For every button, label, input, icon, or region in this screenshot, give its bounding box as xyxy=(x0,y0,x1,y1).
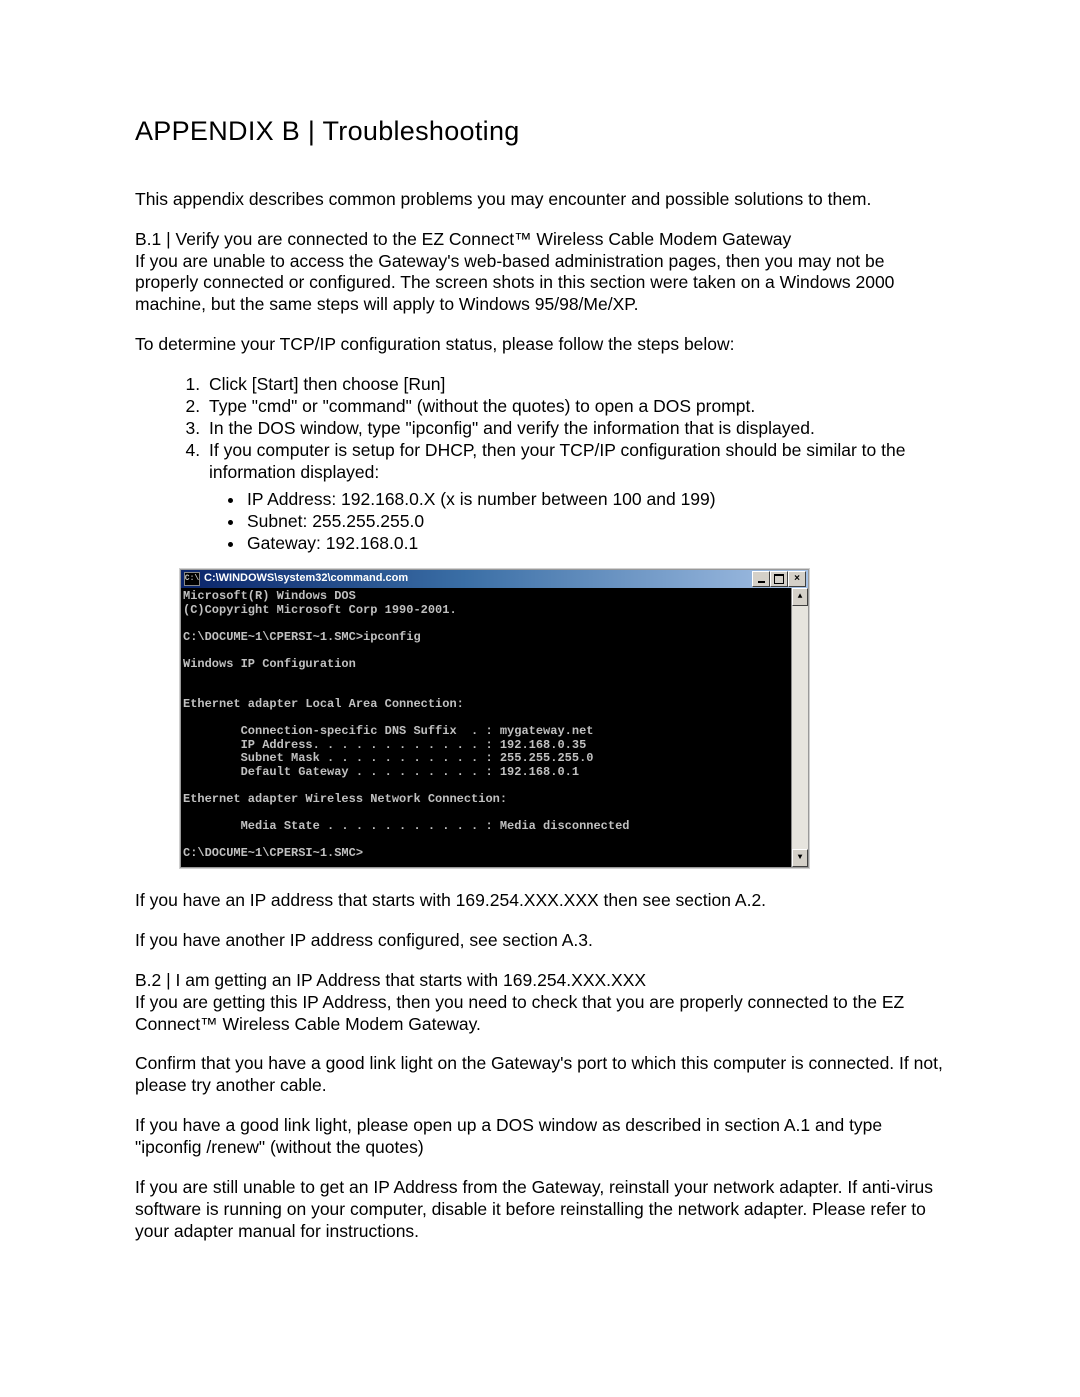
list-item: If you computer is setup for DHCP, then … xyxy=(205,440,950,484)
list-item: In the DOS window, type "ipconfig" and v… xyxy=(205,418,950,440)
after-screenshot-p1: If you have an IP address that starts wi… xyxy=(135,890,950,912)
section-b2-p4: If you are still unable to get an IP Add… xyxy=(135,1177,950,1243)
section-b2-p2: Confirm that you have a good link light … xyxy=(135,1053,950,1097)
window-title: C:\WINDOWS\system32\command.com xyxy=(204,572,752,586)
section-b1-p2: To determine your TCP/IP configuration s… xyxy=(135,334,950,356)
minimize-button[interactable] xyxy=(752,571,770,587)
after-screenshot-p2: If you have another IP address configure… xyxy=(135,930,950,952)
window-titlebar[interactable]: C:\ C:\WINDOWS\system32\command.com × xyxy=(181,570,808,588)
scroll-track[interactable] xyxy=(792,606,808,849)
scrollbar[interactable]: ▲ ▼ xyxy=(791,588,808,867)
bullets-list: IP Address: 192.168.0.X (x is number bet… xyxy=(135,489,950,555)
list-item: Subnet: 255.255.255.0 xyxy=(245,511,950,533)
close-button[interactable]: × xyxy=(788,571,806,587)
command-prompt-window: C:\ C:\WINDOWS\system32\command.com × Mi… xyxy=(180,569,809,868)
list-item: Click [Start] then choose [Run] xyxy=(205,374,950,396)
section-b1-heading: B.1 | Verify you are connected to the EZ… xyxy=(135,229,950,251)
command-output[interactable]: Microsoft(R) Windows DOS (C)Copyright Mi… xyxy=(181,588,791,867)
intro-paragraph: This appendix describes common problems … xyxy=(135,189,950,211)
maximize-button[interactable] xyxy=(770,571,788,587)
section-b1-p1: If you are unable to access the Gateway'… xyxy=(135,251,950,317)
cmd-icon: C:\ xyxy=(184,572,200,586)
list-item: IP Address: 192.168.0.X (x is number bet… xyxy=(245,489,950,511)
list-item: Gateway: 192.168.0.1 xyxy=(245,533,950,555)
document-page: APPENDIX B | Troubleshooting This append… xyxy=(0,0,1080,1381)
section-b2-heading: B.2 | I am getting an IP Address that st… xyxy=(135,970,950,992)
scroll-up-button[interactable]: ▲ xyxy=(792,588,808,606)
list-item: Type "cmd" or "command" (without the quo… xyxy=(205,396,950,418)
section-b2-p1: If you are getting this IP Address, then… xyxy=(135,992,950,1036)
steps-list: Click [Start] then choose [Run] Type "cm… xyxy=(135,374,950,483)
page-title: APPENDIX B | Troubleshooting xyxy=(135,115,950,149)
section-b2-p3: If you have a good link light, please op… xyxy=(135,1115,950,1159)
scroll-down-button[interactable]: ▼ xyxy=(792,849,808,867)
